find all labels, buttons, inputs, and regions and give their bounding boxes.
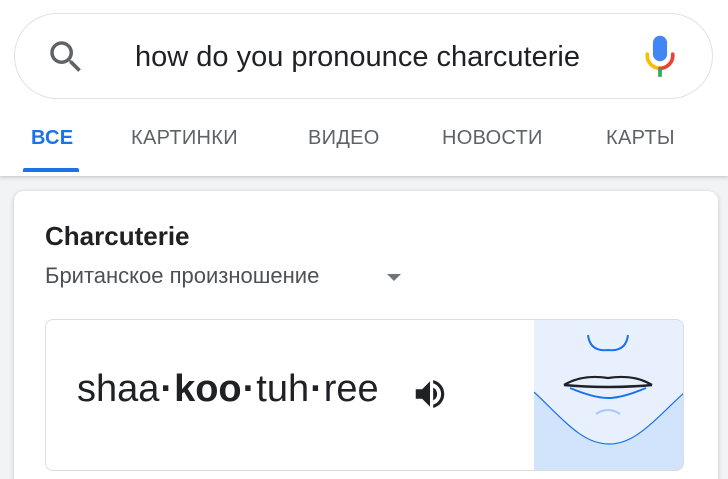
syllable-separator: · (310, 368, 323, 410)
active-tab-indicator (23, 168, 79, 172)
syllable-separator: · (242, 368, 256, 410)
dropdown-arrow-icon[interactable] (387, 274, 401, 281)
search-icon[interactable] (45, 36, 87, 78)
syllable-separator: · (160, 368, 174, 410)
syllable: tuh (256, 368, 310, 410)
tab-images[interactable]: КАРТИНКИ (131, 110, 238, 174)
search-tabs: ВСЕ КАРТИНКИ ВИДЕО НОВОСТИ КАРТЫ (0, 110, 728, 176)
mouth-diagram-icon (534, 334, 683, 470)
card-title: Charcuterie (45, 221, 190, 251)
search-input[interactable]: how do you pronounce charcuterie (135, 14, 580, 100)
syllable: shaa (77, 368, 160, 410)
mouth-illustration (534, 320, 683, 470)
dialect-selector[interactable]: Британское произношение (45, 263, 319, 289)
pronunciation-card: Charcuterie Британское произношение shaa… (14, 191, 718, 479)
syllable: ree (323, 368, 379, 410)
stressed-syllable: koo (174, 368, 242, 410)
pronunciation-box: shaa·koo·tuh·ree (45, 319, 684, 471)
speaker-icon[interactable] (411, 375, 449, 413)
tab-all[interactable]: ВСЕ (31, 110, 73, 174)
microphone-icon[interactable] (643, 34, 677, 80)
search-bar[interactable]: how do you pronounce charcuterie (14, 13, 713, 99)
tab-news[interactable]: НОВОСТИ (442, 110, 543, 174)
tab-maps[interactable]: КАРТЫ (606, 110, 675, 174)
tab-videos[interactable]: ВИДЕО (308, 110, 380, 174)
search-header: how do you pronounce charcuterie ВСЕ КАР… (0, 0, 728, 176)
phonetic-spelling: shaa·koo·tuh·ree (77, 368, 379, 411)
